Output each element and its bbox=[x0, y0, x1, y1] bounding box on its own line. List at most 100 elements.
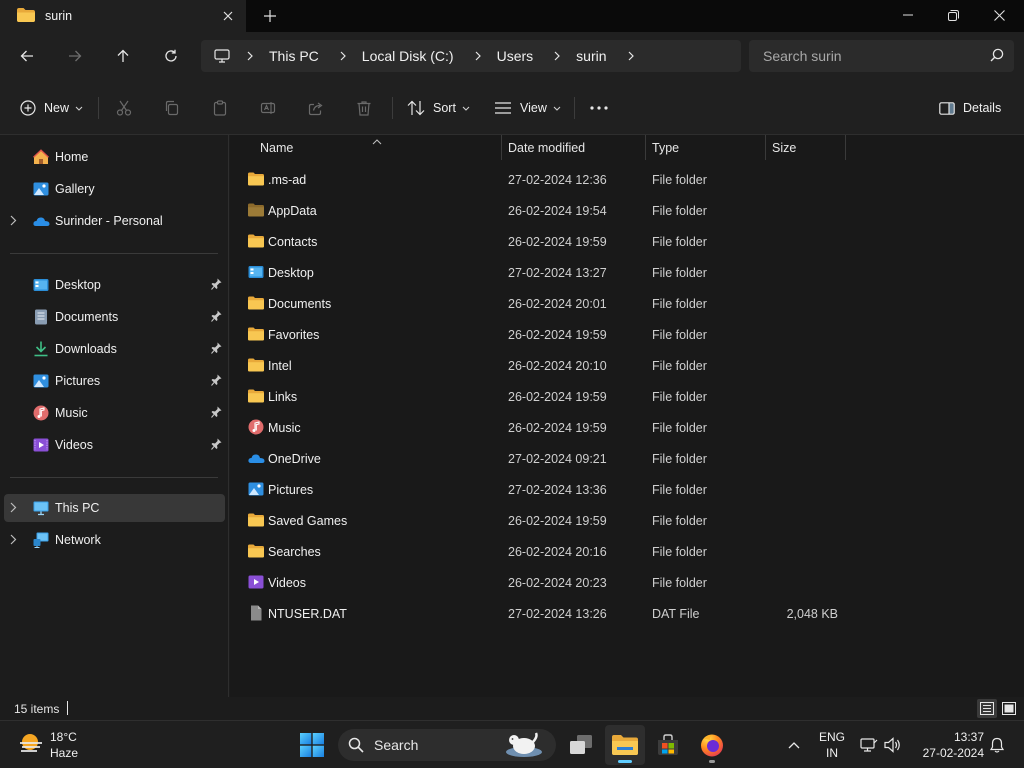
table-row[interactable]: Links 26-02-2024 19:59 File folder bbox=[230, 381, 1024, 412]
weather-temperature[interactable]: 18°C bbox=[50, 730, 77, 744]
sort-button[interactable]: Sort bbox=[407, 94, 470, 122]
rename-icon[interactable] bbox=[260, 94, 276, 122]
sidebar-item-desktop[interactable]: Desktop bbox=[4, 271, 225, 299]
start-button[interactable] bbox=[292, 725, 332, 765]
network-status-icon[interactable] bbox=[858, 725, 880, 765]
table-row[interactable]: NTUSER.DAT 27-02-2024 13:26 DAT File 2,048 … bbox=[230, 598, 1024, 629]
chevron-right-icon[interactable] bbox=[543, 51, 571, 61]
pin-icon[interactable] bbox=[211, 278, 222, 293]
pin-icon[interactable] bbox=[211, 310, 222, 325]
pin-icon[interactable] bbox=[211, 438, 222, 453]
language-indicator-top[interactable]: ENG bbox=[812, 730, 852, 744]
new-button[interactable]: New bbox=[20, 94, 83, 122]
table-row[interactable]: Videos 26-02-2024 20:23 File folder bbox=[230, 567, 1024, 598]
refresh-icon[interactable] bbox=[155, 40, 187, 72]
table-row[interactable]: Contacts 26-02-2024 19:59 File folder bbox=[230, 226, 1024, 257]
pin-icon[interactable] bbox=[211, 342, 222, 357]
pin-icon[interactable] bbox=[211, 406, 222, 421]
notification-bell-icon[interactable] bbox=[986, 725, 1008, 765]
back-arrow-icon[interactable] bbox=[11, 40, 43, 72]
table-row[interactable]: Saved Games 26-02-2024 19:59 File folder bbox=[230, 505, 1024, 536]
clock[interactable]: 13:37 27-02-2024 bbox=[914, 729, 984, 761]
file-type: File folder bbox=[652, 235, 707, 249]
column-header-name[interactable]: Name bbox=[260, 135, 293, 160]
table-row[interactable]: AppData 26-02-2024 19:54 File folder bbox=[230, 195, 1024, 226]
sidebar-item-this-pc[interactable]: This PC bbox=[4, 494, 225, 522]
sidebar-item-gallery[interactable]: Gallery bbox=[4, 175, 225, 203]
chevron-right-icon[interactable] bbox=[10, 215, 17, 229]
breadcrumb-this-pc[interactable]: This PC bbox=[269, 48, 319, 64]
chevron-right-icon[interactable] bbox=[617, 51, 645, 61]
sidebar-item-label: Network bbox=[55, 533, 101, 547]
weather-condition[interactable]: Haze bbox=[50, 746, 78, 760]
taskbar-search-box[interactable]: Search bbox=[338, 729, 556, 761]
file-type: File folder bbox=[652, 297, 707, 311]
table-row[interactable]: .ms-ad 27-02-2024 12:36 File folder bbox=[230, 164, 1024, 195]
chevron-right-icon[interactable] bbox=[329, 51, 357, 61]
chevron-right-icon[interactable] bbox=[10, 502, 17, 516]
breadcrumb-users[interactable]: Users bbox=[497, 48, 534, 64]
paste-icon[interactable] bbox=[212, 94, 228, 122]
sidebar-item-downloads[interactable]: Downloads bbox=[4, 335, 225, 363]
sidebar-item-documents[interactable]: Documents bbox=[4, 303, 225, 331]
volume-icon[interactable] bbox=[882, 725, 904, 765]
copy-icon[interactable] bbox=[164, 94, 180, 122]
minimize-icon[interactable] bbox=[885, 0, 931, 30]
file-explorer-taskbar-button[interactable] bbox=[605, 725, 645, 765]
show-hidden-icons-chevron-icon[interactable] bbox=[774, 725, 814, 765]
column-header-size[interactable]: Size bbox=[772, 135, 796, 160]
search-input[interactable] bbox=[763, 48, 983, 64]
task-view-button[interactable] bbox=[561, 725, 601, 765]
close-tab-icon[interactable] bbox=[218, 6, 238, 26]
view-button[interactable]: View bbox=[494, 94, 561, 122]
details-button[interactable]: Details bbox=[939, 94, 1001, 122]
up-arrow-icon[interactable] bbox=[107, 40, 139, 72]
sidebar-item-music[interactable]: Music bbox=[4, 399, 225, 427]
table-row[interactable]: Desktop 27-02-2024 13:27 File folder bbox=[230, 257, 1024, 288]
divider bbox=[392, 97, 393, 119]
breadcrumb-surin[interactable]: surin bbox=[576, 48, 606, 64]
column-divider[interactable] bbox=[501, 135, 502, 160]
tab-surin[interactable]: surin bbox=[0, 0, 246, 32]
table-row[interactable]: Searches 26-02-2024 20:16 File folder bbox=[230, 536, 1024, 567]
table-row[interactable]: Documents 26-02-2024 20:01 File folder bbox=[230, 288, 1024, 319]
column-divider[interactable] bbox=[765, 135, 766, 160]
language-indicator-bottom[interactable]: IN bbox=[812, 746, 852, 760]
sidebar-item-home[interactable]: Home bbox=[4, 143, 225, 171]
sidebar-item-onedrive[interactable]: Surinder - Personal bbox=[4, 207, 225, 235]
delete-icon[interactable] bbox=[356, 94, 372, 122]
share-icon[interactable] bbox=[308, 94, 324, 122]
large-icons-view-icon[interactable] bbox=[999, 699, 1019, 718]
table-row[interactable]: OneDrive 27-02-2024 09:21 File folder bbox=[230, 443, 1024, 474]
firefox-taskbar-button[interactable] bbox=[692, 725, 732, 765]
sidebar-item-videos[interactable]: Videos bbox=[4, 431, 225, 459]
file-name: Desktop bbox=[268, 266, 314, 280]
breadcrumb-local-disk[interactable]: Local Disk (C:) bbox=[362, 48, 454, 64]
chevron-right-icon[interactable] bbox=[10, 534, 17, 548]
table-row[interactable]: Music 26-02-2024 19:59 File folder bbox=[230, 412, 1024, 443]
table-row[interactable]: Favorites 26-02-2024 19:59 File folder bbox=[230, 319, 1024, 350]
haze-weather-icon[interactable] bbox=[18, 731, 44, 760]
sidebar-item-label: Videos bbox=[55, 438, 93, 452]
column-header-date[interactable]: Date modified bbox=[508, 135, 585, 160]
address-bar[interactable]: This PC Local Disk (C:) Users surin bbox=[201, 40, 741, 72]
table-row[interactable]: Pictures 27-02-2024 13:36 File folder bbox=[230, 474, 1024, 505]
microsoft-store-taskbar-button[interactable] bbox=[648, 725, 688, 765]
chevron-right-icon[interactable] bbox=[464, 51, 492, 61]
sidebar-item-pictures[interactable]: Pictures bbox=[4, 367, 225, 395]
new-tab-icon[interactable] bbox=[260, 6, 280, 26]
column-divider[interactable] bbox=[845, 135, 846, 160]
chevron-right-icon[interactable] bbox=[236, 51, 264, 61]
column-header-type[interactable]: Type bbox=[652, 135, 679, 160]
details-view-icon[interactable] bbox=[977, 699, 997, 718]
sidebar-item-network[interactable]: Network bbox=[4, 526, 225, 554]
table-row[interactable]: Intel 26-02-2024 20:10 File folder bbox=[230, 350, 1024, 381]
close-icon[interactable] bbox=[976, 0, 1022, 30]
maximize-icon[interactable] bbox=[930, 0, 976, 30]
search-icon[interactable] bbox=[990, 48, 1004, 65]
more-options-button[interactable] bbox=[590, 94, 608, 122]
forward-arrow-icon[interactable] bbox=[59, 40, 91, 72]
cut-icon[interactable] bbox=[116, 94, 132, 122]
column-divider[interactable] bbox=[645, 135, 646, 160]
pin-icon[interactable] bbox=[211, 374, 222, 389]
